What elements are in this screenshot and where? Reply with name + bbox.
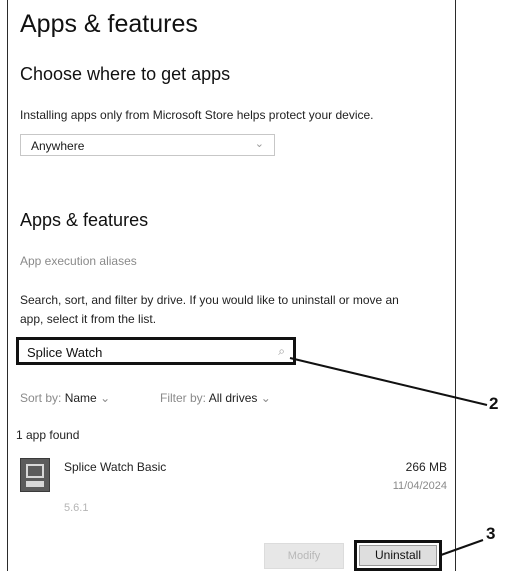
callout-2: 2 [489, 394, 499, 413]
callout-line-3 [440, 539, 484, 556]
callout-line-2 [289, 357, 488, 406]
callout-lines [289, 357, 488, 556]
callout-3: 3 [486, 524, 496, 543]
